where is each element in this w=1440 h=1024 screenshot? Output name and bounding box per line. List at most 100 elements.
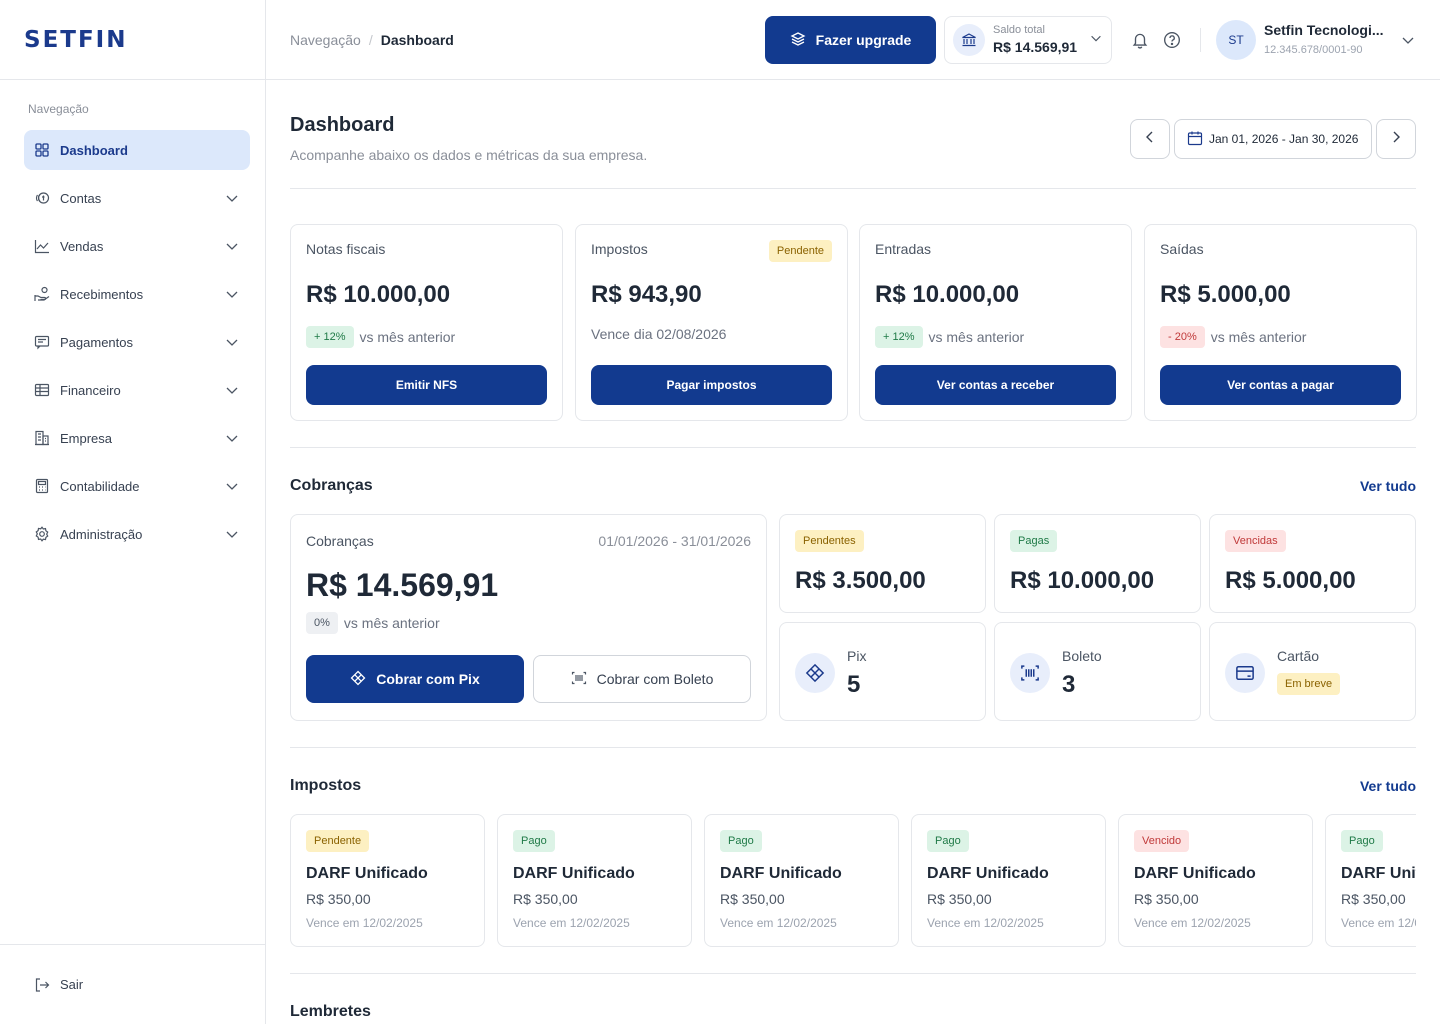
sidebar-item-empresa[interactable]: Empresa	[24, 418, 250, 458]
breadcrumb-separator: /	[368, 32, 373, 48]
tax-amount: R$ 350,00	[720, 891, 785, 907]
ledger-icon	[34, 382, 50, 398]
charge-pix-label: Cobrar com Pix	[376, 671, 480, 687]
tax-card[interactable]: Pago DARF Unificado R$ 350,00 Vence em 1…	[497, 814, 692, 947]
charge-pix-button[interactable]: Cobrar com Pix	[306, 655, 524, 703]
metric-change-line: - 20% vs mês anterior	[1160, 326, 1306, 348]
chevron-down-icon[interactable]	[224, 334, 240, 350]
sidebar-item-dashboard[interactable]: Dashboard	[24, 130, 250, 170]
sidebar-item-label: Recebimentos	[60, 286, 144, 302]
chevron-down-icon[interactable]	[224, 238, 240, 254]
emit-nfs-button[interactable]: Emitir NFS	[306, 365, 547, 405]
status-badge: Pendente	[768, 240, 832, 262]
cobrancas-pagas-card[interactable]: Pagas R$ 10.000,00	[994, 514, 1201, 613]
tax-card[interactable]: Pago DARF Unificado R$ 350,00 Vence em 1…	[911, 814, 1106, 947]
upgrade-label: Fazer upgrade	[815, 32, 912, 48]
sidebar-item-administracao[interactable]: Administração	[24, 514, 250, 554]
sidebar-item-financeiro[interactable]: Financeiro	[24, 370, 250, 410]
chevron-down-icon[interactable]	[224, 190, 240, 206]
tax-card[interactable]: Vencido DARF Unificado R$ 350,00 Vence e…	[1118, 814, 1313, 947]
balance-selector[interactable]: Saldo total R$ 14.569,91	[944, 16, 1112, 64]
company-info[interactable]: Setfin Tecnologi... 12.345.678/0001-90	[1264, 22, 1394, 56]
chevron-down-icon[interactable]	[224, 382, 240, 398]
change-badge: 0%	[306, 612, 338, 634]
divider	[290, 747, 1416, 748]
change-text: vs mês anterior	[343, 615, 440, 631]
metric-card-saidas: Saídas R$ 5.000,00 - 20% vs mês anterior…	[1144, 224, 1417, 421]
company-name: Setfin Tecnologi...	[1264, 22, 1384, 38]
method-label: Pix	[847, 648, 867, 664]
method-pix-card[interactable]: Pix 5	[779, 622, 986, 721]
section-title-lembretes: Lembretes	[290, 1003, 371, 1020]
sidebar-item-contas[interactable]: Contas	[24, 178, 250, 218]
metric-title: Saídas	[1160, 241, 1204, 257]
sidebar-item-contabilidade[interactable]: Contabilidade	[24, 466, 250, 506]
date-range-picker[interactable]: Jan 01, 2026 - Jan 30, 2026	[1174, 119, 1372, 159]
chevron-down-icon[interactable]	[1400, 32, 1416, 53]
chevron-down-icon[interactable]	[224, 526, 240, 542]
chevron-down-icon[interactable]	[224, 286, 240, 302]
upgrade-button[interactable]: Fazer upgrade	[765, 16, 936, 64]
tax-carousel: Pendente DARF Unificado R$ 350,00 Vence …	[290, 814, 1416, 948]
header-divider	[1200, 28, 1201, 52]
view-payables-button[interactable]: Ver contas a pagar	[1160, 365, 1401, 405]
top-header: Navegação / Dashboard Fazer upgrade Saldo …	[266, 0, 1440, 80]
charge-boleto-button[interactable]: Cobrar com Boleto	[533, 655, 751, 703]
stat-value: R$ 3.500,00	[795, 567, 926, 594]
view-receivables-button[interactable]: Ver contas a receber	[875, 365, 1116, 405]
metric-card-impostos: Impostos Pendente R$ 943,90 Vence dia 02…	[575, 224, 848, 421]
sidebar-item-pagamentos[interactable]: Pagamentos	[24, 322, 250, 362]
next-period-button[interactable]	[1376, 119, 1416, 159]
stat-value: R$ 5.000,00	[1225, 567, 1356, 594]
sidebar-item-vendas[interactable]: Vendas	[24, 226, 250, 266]
tax-due: Vence em 12/02/2025	[513, 916, 630, 930]
tax-name: DARF Unificado	[513, 865, 635, 882]
chevron-down-icon[interactable]	[224, 478, 240, 494]
cobrancas-vencidas-card[interactable]: Vencidas R$ 5.000,00	[1209, 514, 1416, 613]
tax-amount: R$ 350,00	[1134, 891, 1199, 907]
tax-name: DARF Unificado	[927, 865, 1049, 882]
status-badge: Pago	[1341, 830, 1383, 852]
tax-card[interactable]: Pago DARF Unificado R$ 350,00 Vence em 1…	[704, 814, 899, 947]
tax-due: Vence em 12/02/2025	[927, 916, 1044, 930]
metric-card-notas-fiscais: Notas fiscais R$ 10.000,00 + 12% vs mês …	[290, 224, 563, 421]
previous-period-button[interactable]	[1130, 119, 1170, 159]
card-title: Cobranças	[306, 533, 374, 549]
pay-taxes-button[interactable]: Pagar impostos	[591, 365, 832, 405]
charge-boleto-label: Cobrar com Boleto	[596, 671, 714, 687]
gear-icon	[34, 526, 50, 542]
see-all-cobrancas-link[interactable]: Ver tudo	[1360, 478, 1416, 494]
logout-button[interactable]: Sair	[0, 944, 265, 1024]
avatar[interactable]: ST	[1216, 20, 1256, 60]
change-text: vs mês anterior	[359, 329, 456, 345]
breadcrumb-root[interactable]: Navegação	[290, 32, 361, 48]
tax-card[interactable]: Pago DARF Unificado R$ 350,00 Vence em 1…	[1325, 814, 1416, 947]
method-cartao-card[interactable]: Cartão Em breve	[1209, 622, 1416, 721]
cobrancas-pendentes-card[interactable]: Pendentes R$ 3.500,00	[779, 514, 986, 613]
method-label: Cartão	[1277, 648, 1320, 664]
status-badge: Pago	[513, 830, 555, 852]
tax-amount: R$ 350,00	[306, 891, 371, 907]
help-icon[interactable]	[1162, 30, 1182, 50]
sidebar-item-label: Pagamentos	[60, 334, 133, 350]
tax-amount: R$ 350,00	[927, 891, 992, 907]
bell-icon[interactable]	[1130, 30, 1150, 50]
see-all-impostos-link[interactable]: Ver tudo	[1360, 778, 1416, 794]
chevron-down-icon[interactable]	[224, 430, 240, 446]
cobrancas-summary-card: Cobranças 01/01/2026 - 31/01/2026 R$ 14.…	[290, 514, 767, 721]
method-boleto-card[interactable]: Boleto 3	[994, 622, 1201, 721]
sidebar-item-label: Financeiro	[60, 382, 121, 398]
sidebar-item-label: Contas	[60, 190, 102, 206]
status-badge: Pendentes	[795, 530, 864, 552]
logout-icon	[34, 977, 50, 993]
change-line: 0% vs mês anterior	[306, 612, 440, 634]
metric-value: R$ 943,90	[591, 281, 702, 308]
nav-list: Dashboard Contas Vendas Recebimentos Pag…	[24, 130, 250, 562]
logo[interactable]: SETFIN	[24, 27, 127, 53]
tax-card[interactable]: Pendente DARF Unificado R$ 350,00 Vence …	[290, 814, 485, 947]
change-badge: + 12%	[306, 326, 354, 348]
metric-value: R$ 10.000,00	[306, 281, 451, 308]
status-badge: Pagas	[1010, 530, 1058, 552]
pix-icon	[795, 653, 835, 693]
sidebar-item-recebimentos[interactable]: Recebimentos	[24, 274, 250, 314]
